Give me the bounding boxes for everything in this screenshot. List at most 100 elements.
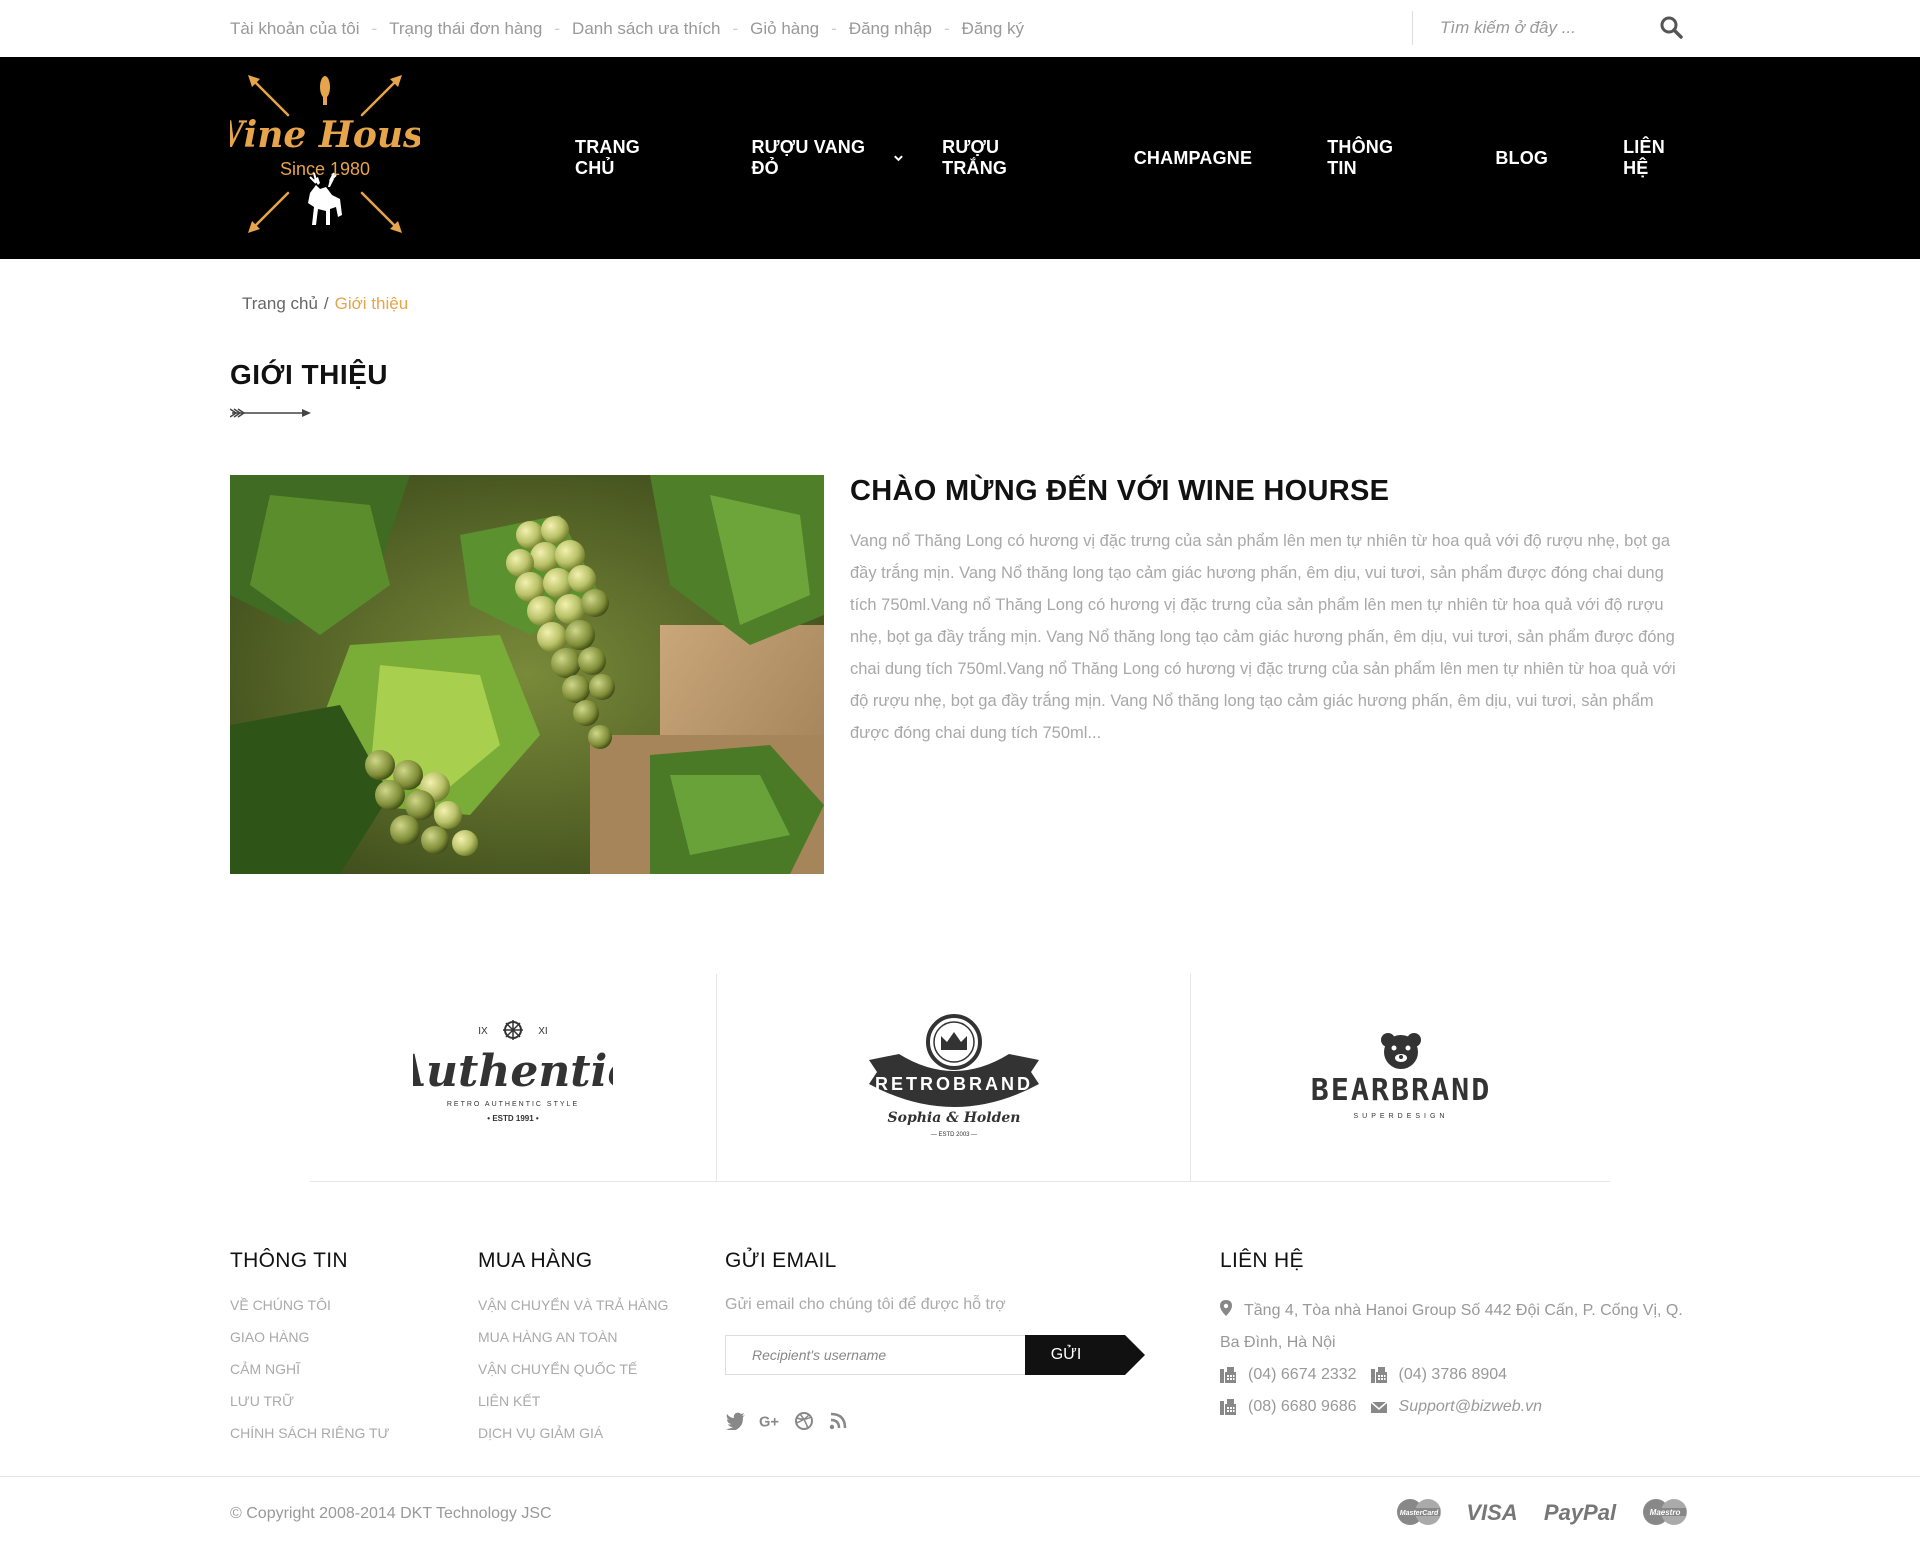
nav-red-wine-label: RƯỢU VANG ĐỎ: [751, 137, 866, 178]
nav-home[interactable]: TRANG CHỦ: [575, 137, 676, 179]
svg-text:BEARBRAND: BEARBRAND: [1310, 1073, 1491, 1108]
search-input[interactable]: [1413, 18, 1643, 38]
account-links: Tài khoản của tôi - Trạng thái đơn hàng …: [230, 19, 1024, 39]
separator: -: [371, 19, 378, 38]
svg-text:Authentic: Authentic: [413, 1046, 613, 1097]
svg-text:VISA: VISA: [1466, 1500, 1517, 1525]
svg-text:• ESTD 1991 •: • ESTD 1991 •: [487, 1114, 539, 1123]
contact-phones-row2: (08) 6680 9686 Support@bizweb.vn: [1220, 1391, 1690, 1423]
nav-white-wine[interactable]: RƯỢU TRẮNG: [942, 137, 1060, 179]
fax-icon: [1370, 1367, 1387, 1383]
link-order-status[interactable]: Trạng thái đơn hàng: [389, 19, 542, 39]
footer-link-about[interactable]: VỀ CHÚNG TÔI: [230, 1295, 390, 1327]
footer-shop: MUA HÀNG VẬN CHUYỂN VÀ TRẢ HÀNG MUA HÀNG…: [478, 1249, 668, 1455]
footer-link-affiliates[interactable]: LIÊN KẾT: [478, 1391, 668, 1423]
footer-link-discount-service[interactable]: DỊCH VỤ GIẢM GIÁ: [478, 1423, 668, 1455]
footer-link-testimonials[interactable]: CẢM NGHĨ: [230, 1359, 390, 1391]
footer-email-title: GỬI EMAIL: [725, 1249, 837, 1272]
footer-link-secure-shopping[interactable]: MUA HÀNG AN TOÀN: [478, 1327, 668, 1359]
svg-text:Maestro: Maestro: [1650, 1508, 1681, 1517]
contact-phone-1[interactable]: (04) 6674 2332: [1248, 1359, 1357, 1391]
newsletter-email-input[interactable]: [725, 1335, 1025, 1375]
link-wishlist[interactable]: Danh sách ưa thích: [572, 19, 720, 39]
svg-text:RETROBRAND: RETROBRAND: [875, 1074, 1033, 1094]
brand-retrobrand[interactable]: RETROBRAND Sophia & Holden — ESTD 2003 —: [717, 974, 1191, 1182]
nav-champagne[interactable]: CHAMPAGNE: [1134, 148, 1252, 169]
separator: -: [831, 19, 837, 38]
svg-text:IX: IX: [478, 1026, 488, 1037]
footer-link-shipping-returns[interactable]: VẬN CHUYỂN VÀ TRẢ HÀNG: [478, 1295, 668, 1327]
footer-info: THÔNG TIN VỀ CHÚNG TÔI GIAO HÀNG CẢM NGH…: [230, 1249, 390, 1455]
footer-email-desc: Gửi email cho chúng tôi để được hỗ trợ: [725, 1296, 1006, 1313]
page-title: GIỚI THIỆU: [230, 359, 389, 390]
link-login[interactable]: Đăng nhập: [849, 19, 932, 39]
footer-link-international-shipping[interactable]: VẬN CHUYỂN QUỐC TẾ: [478, 1359, 668, 1391]
contact-phone-3[interactable]: (08) 6680 9686: [1248, 1391, 1357, 1423]
footer-link-delivery[interactable]: GIAO HÀNG: [230, 1327, 390, 1359]
footer-shop-title: MUA HÀNG: [478, 1249, 593, 1272]
contact-phones-row1: (04) 6674 2332 (04) 3786 8904: [1220, 1359, 1690, 1391]
newsletter-form: GỬI: [725, 1335, 1145, 1375]
google-plus-icon[interactable]: G+: [759, 1410, 781, 1432]
envelope-icon: [1370, 1401, 1387, 1413]
brand-authentic[interactable]: IX XI Authentic RETRO AUTHENTIC STYLE • …: [310, 974, 717, 1182]
footer-contact-title: LIÊN HỆ: [1220, 1249, 1304, 1272]
welcome-title: CHÀO MỪNG ĐẾN VỚI WINE HOURSE: [850, 475, 1390, 507]
welcome-text: Vang nổ Thăng Long có hương vị đặc trưng…: [850, 532, 1676, 742]
contact-address: Tầng 4, Tòa nhà Hanoi Group Số 442 Đội C…: [1220, 1295, 1690, 1359]
wine-house-logo[interactable]: Wine House Since 1980: [204, 75, 446, 237]
payment-methods: MasterCard VISA PayPal Maestro: [1394, 1497, 1690, 1527]
newsletter-send-button[interactable]: GỬI: [1025, 1335, 1145, 1375]
grapes-image: [230, 475, 824, 874]
link-my-account[interactable]: Tài khoản của tôi: [230, 19, 359, 39]
main-header: Wine House Since 1980 TRANG CHỦ RƯỢU VAN…: [0, 57, 1920, 259]
dribbble-icon[interactable]: [793, 1410, 815, 1432]
svg-text:Sophia & Holden: Sophia & Holden: [887, 1110, 1020, 1126]
svg-text:G+: G+: [759, 1415, 779, 1431]
search-box: [1412, 11, 1690, 45]
contact-phone-2[interactable]: (04) 3786 8904: [1399, 1359, 1508, 1391]
search-icon[interactable]: [1658, 14, 1686, 42]
brand-bearbrand[interactable]: BEARBRAND SUPERDESIGN: [1191, 974, 1610, 1182]
nav-red-wine[interactable]: RƯỢU VANG ĐỎ: [751, 137, 905, 179]
link-cart[interactable]: Giỏ hàng: [750, 19, 819, 39]
svg-text:— ESTD 2003 —: — ESTD 2003 —: [930, 1132, 976, 1138]
logo-title: Wine House: [230, 114, 420, 156]
copyright: © Copyright 2008-2014 DKT Technology JSC: [230, 1505, 552, 1522]
main-content: Trang chủ / Giới thiệu GIỚI THIỆU CHÀO M…: [230, 259, 1690, 1476]
maestro-icon: Maestro: [1643, 1499, 1687, 1525]
footer-link-archive[interactable]: LƯU TRỮ: [230, 1391, 390, 1423]
footer-contact: LIÊN HỆ Tầng 4, Tòa nhà Hanoi Group Số 4…: [1220, 1249, 1690, 1423]
visa-icon: VISA: [1466, 1500, 1517, 1525]
separator: -: [944, 19, 950, 38]
mastercard-icon: MasterCard: [1397, 1499, 1441, 1525]
contact-email[interactable]: Support@bizweb.vn: [1399, 1391, 1542, 1423]
map-marker-icon: [1220, 1300, 1232, 1316]
logo-tagline: Since 1980: [280, 159, 370, 179]
nav-info[interactable]: THÔNG TIN: [1327, 137, 1420, 179]
fax-icon: [1220, 1367, 1236, 1383]
link-register[interactable]: Đăng ký: [962, 19, 1024, 39]
svg-text:XI: XI: [538, 1026, 547, 1037]
svg-text:RETRO AUTHENTIC STYLE: RETRO AUTHENTIC STYLE: [447, 1101, 579, 1108]
breadcrumb: Trang chủ / Giới thiệu: [242, 294, 408, 314]
bottom-bar: © Copyright 2008-2014 DKT Technology JSC…: [0, 1476, 1920, 1553]
rss-icon[interactable]: [827, 1410, 849, 1432]
title-arrow-icon: [230, 408, 311, 418]
paypal-icon: PayPal: [1544, 1500, 1617, 1525]
twitter-icon[interactable]: [725, 1410, 747, 1432]
chevron-down-icon: [894, 155, 904, 162]
svg-text:MasterCard: MasterCard: [1400, 1510, 1439, 1517]
contact-address-text: Tầng 4, Tòa nhà Hanoi Group Số 442 Đội C…: [1220, 1302, 1683, 1351]
footer-link-privacy[interactable]: CHÍNH SÁCH RIÊNG TƯ: [230, 1423, 390, 1455]
nav-blog[interactable]: BLOG: [1495, 148, 1548, 169]
brand-logos: IX XI Authentic RETRO AUTHENTIC STYLE • …: [310, 974, 1610, 1182]
nav-contact[interactable]: LIÊN HỆ: [1623, 137, 1690, 179]
breadcrumb-home[interactable]: Trang chủ: [242, 294, 318, 313]
footer-email: GỬI EMAIL Gửi email cho chúng tôi để đượ…: [725, 1249, 1145, 1432]
footer-info-title: THÔNG TIN: [230, 1249, 348, 1272]
fax-icon: [1220, 1399, 1236, 1415]
separator: -: [554, 19, 561, 38]
separator: -: [732, 19, 739, 38]
svg-text:PayPal: PayPal: [1544, 1500, 1617, 1525]
